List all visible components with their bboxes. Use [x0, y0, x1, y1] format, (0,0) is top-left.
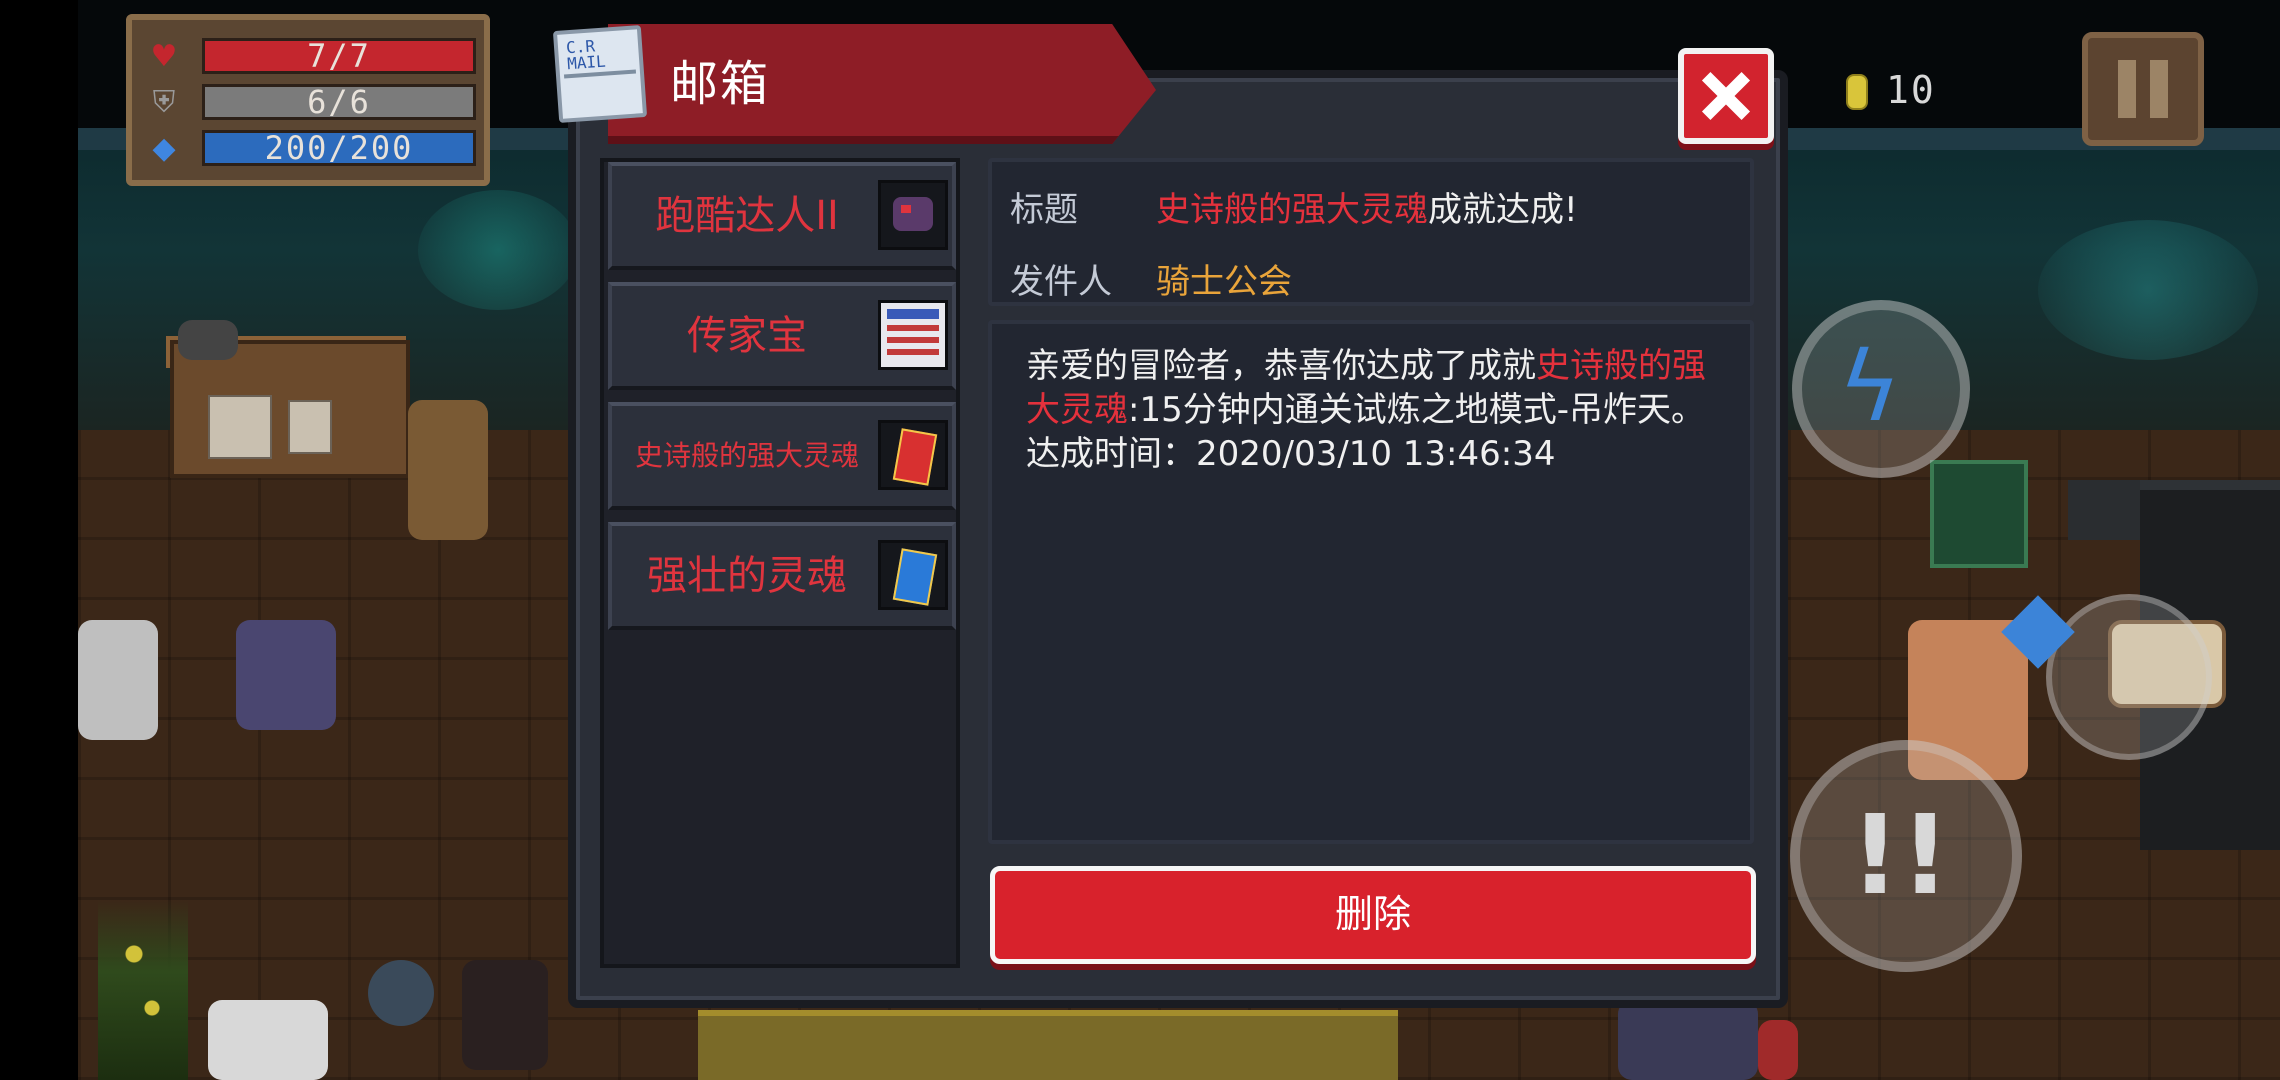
mail-item[interactable]: 强壮的灵魂: [608, 522, 956, 630]
mail-list: 跑酷达人II 传家宝 史诗般的强大灵魂 强壮的灵魂: [600, 158, 960, 968]
mail-item-selected[interactable]: 史诗般的强大灵魂: [608, 402, 956, 510]
plant-prop: [98, 900, 188, 1080]
coin-icon: [1846, 74, 1868, 110]
skill-button[interactable]: ϟ: [1792, 300, 1970, 478]
pot-prop: [368, 960, 434, 1026]
mail-title-rest: 成就达成!: [1428, 190, 1578, 230]
dialog-title: 邮箱: [670, 56, 771, 112]
mail-title-highlight: 史诗般的强大灵魂: [1156, 190, 1428, 230]
black-cat-npc: [462, 960, 548, 1070]
pause-button[interactable]: [2082, 32, 2204, 146]
lightning-icon: ϟ: [1838, 331, 1902, 443]
coin-count: 10: [1886, 68, 1936, 112]
pause-icon: [2118, 60, 2136, 118]
mail-body-text: 亲爱的冒险者，恭喜你达成了成就史诗般的强大灵魂:15分钟内通关试炼之地模式-吊炸…: [1026, 344, 1716, 476]
rug: [698, 1010, 1398, 1080]
diamond-icon: ◆: [152, 131, 176, 166]
mail-item-title: 强壮的灵魂: [647, 553, 847, 599]
mail-icon: C.R MAIL: [552, 25, 648, 123]
body-rest: :15分钟内通关试炼之地模式-吊炸天。: [1128, 390, 1705, 430]
document-thumbnail-icon: [878, 300, 948, 370]
attack-icon: !!: [1850, 791, 1951, 919]
wall-light: [2038, 220, 2258, 360]
achievement-time: 达成时间：2020/03/10 13:46:34: [1026, 434, 1556, 474]
hp-row: ♥ 7/7: [146, 38, 480, 76]
heart-icon: ♥: [150, 39, 178, 74]
mail-icon-text-bottom: MAIL: [566, 51, 607, 74]
player-stats-panel: ♥ 7/7 ⛨ 6/6 ◆ 200/200: [126, 14, 490, 186]
mail-title: 史诗般的强大灵魂成就达成!: [1156, 182, 1578, 231]
armor-bar: 6/6: [202, 84, 476, 120]
mail-item-title: 跑酷达人II: [655, 193, 839, 239]
mail-item-title: 史诗般的强大灵魂: [634, 439, 859, 472]
mail-item[interactable]: 传家宝: [608, 282, 956, 390]
pause-icon: [2150, 60, 2168, 118]
white-npc: [208, 1000, 328, 1080]
envelope-flap: [563, 69, 639, 115]
body-prefix: 亲爱的冒险者，恭喜你达成了成就: [1026, 346, 1536, 386]
shield-icon: ⛨: [152, 85, 176, 120]
hat-npc: [408, 400, 488, 540]
crate-prop: [1930, 460, 2028, 568]
red-card-thumbnail-icon: [878, 420, 948, 490]
mail-body-box: 亲爱的冒险者，恭喜你达成了成就史诗般的强大灵魂:15分钟内通关试炼之地模式-吊炸…: [988, 320, 1754, 844]
blue-card-thumbnail-icon: [878, 540, 948, 610]
potion-prop: [1758, 1020, 1798, 1080]
energy-row: ◆ 200/200: [146, 130, 480, 168]
wall-light: [418, 190, 578, 310]
paper-prop: [208, 395, 272, 459]
energy-bar: 200/200: [202, 130, 476, 166]
hp-bar: 7/7: [202, 38, 476, 74]
weapon-swap-button[interactable]: [2001, 594, 2212, 760]
wizard-npc: [1618, 1000, 1758, 1080]
monster-thumbnail-icon: [878, 180, 948, 250]
mail-icon-text: C.R MAIL: [565, 36, 607, 74]
attack-button[interactable]: !!: [1790, 740, 2022, 972]
mail-header-box: 标题 史诗般的强大灵魂成就达成! 发件人 骑士公会: [988, 158, 1754, 306]
mail-item[interactable]: 跑酷达人II: [608, 162, 956, 270]
sender-label: 发件人: [1010, 262, 1112, 302]
cat-npc: [178, 320, 238, 360]
close-button[interactable]: [1678, 48, 1774, 144]
mail-item-title: 传家宝: [687, 313, 807, 359]
paper-prop: [288, 400, 332, 454]
title-label: 标题: [1010, 190, 1078, 230]
mail-sender: 骑士公会: [1156, 262, 1292, 302]
delete-button[interactable]: 删除: [990, 866, 1756, 964]
armor-row: ⛨ 6/6: [146, 84, 480, 122]
horned-npc: [236, 620, 336, 730]
sign-prop: [78, 620, 158, 740]
